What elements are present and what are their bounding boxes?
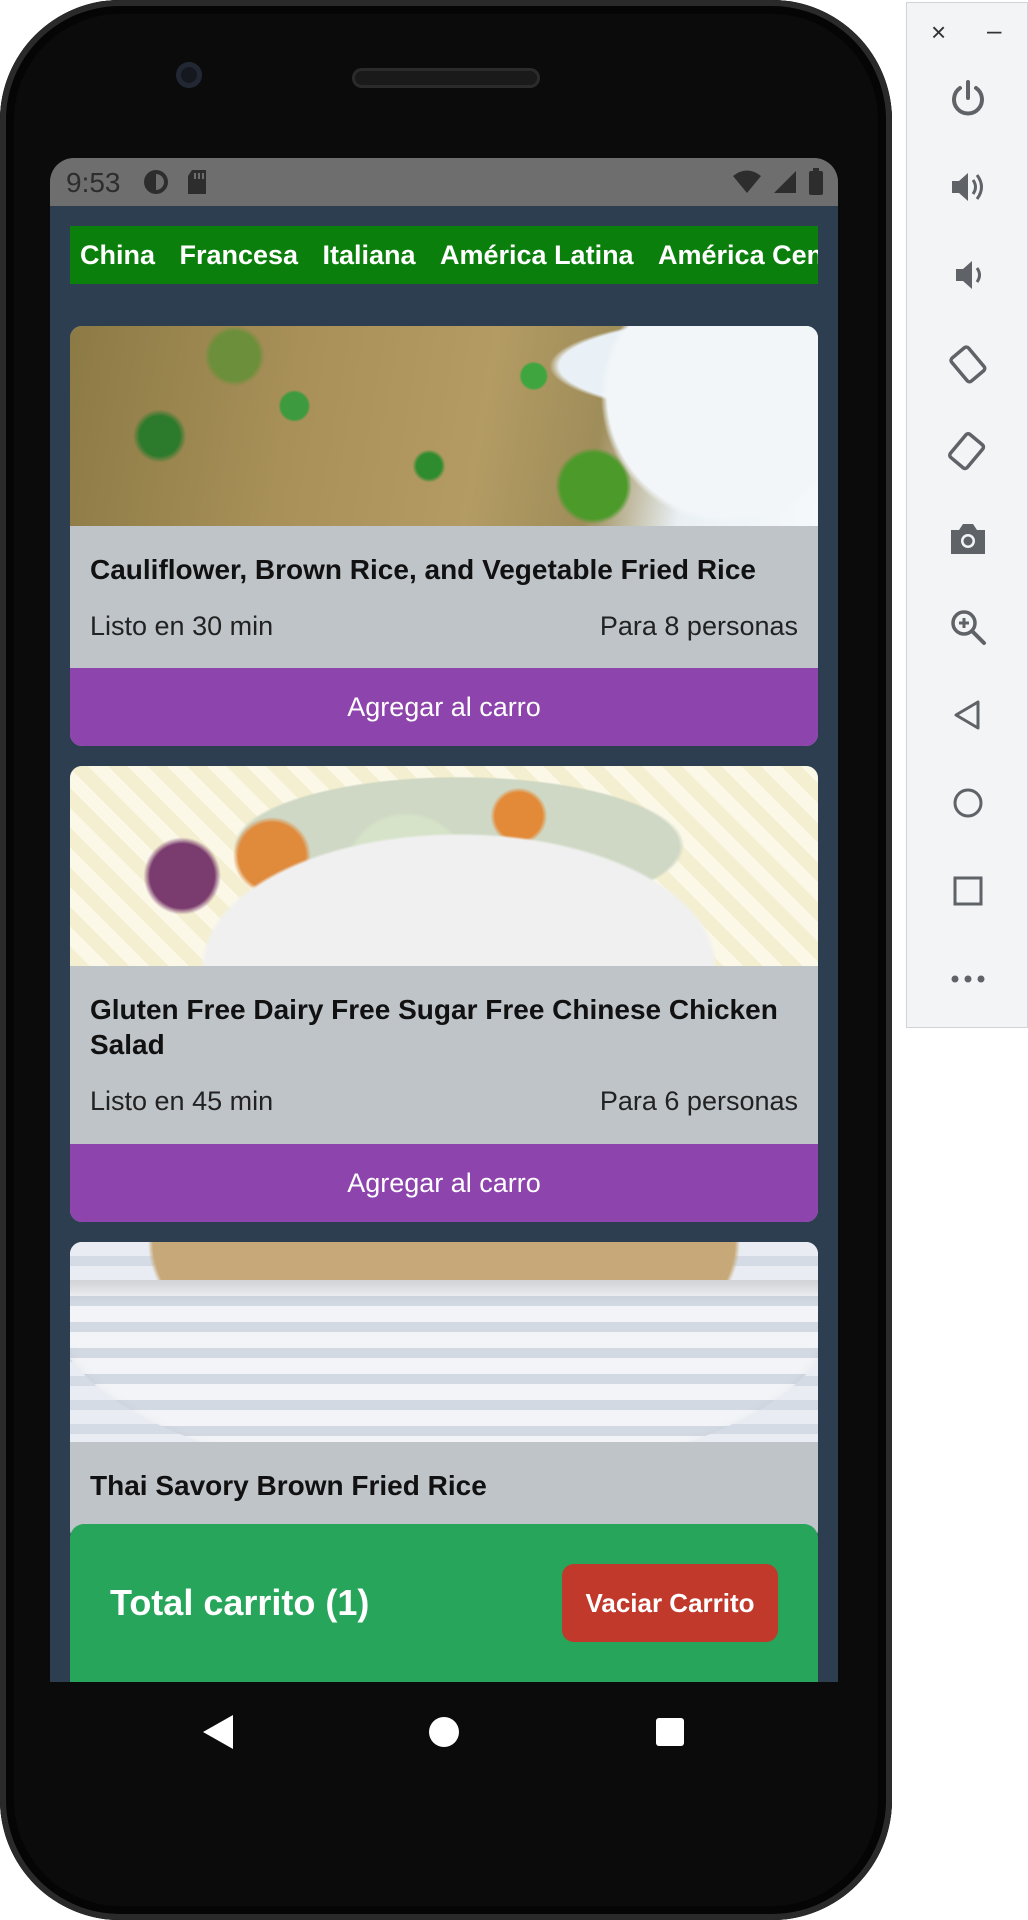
recipe-image: [70, 1242, 818, 1442]
recipe-title: Thai Savory Brown Fried Rice: [90, 1470, 487, 1501]
more-icon[interactable]: [942, 953, 994, 1005]
recipe-servings: Para 6 personas: [599, 1086, 798, 1116]
close-icon[interactable]: ×: [931, 17, 946, 48]
earpiece-speaker: [352, 68, 540, 88]
status-time: 9:53: [66, 167, 121, 198]
volume-down-icon[interactable]: [942, 249, 994, 301]
system-nav-bar: [50, 1682, 838, 1782]
zoom-icon[interactable]: [942, 601, 994, 653]
recipe-ready-time: Listo en 45 min: [90, 1086, 274, 1116]
recipe-servings: Para 8 personas: [599, 611, 798, 641]
recipe-card: Thai Savory Brown Fried Rice: [70, 1242, 818, 1542]
rotate-right-icon[interactable]: [942, 425, 994, 477]
home-icon[interactable]: [418, 1706, 470, 1758]
front-camera: [176, 62, 202, 88]
add-to-cart-button[interactable]: Agregar al carro: [70, 668, 818, 746]
empty-cart-button[interactable]: Vaciar Carrito: [562, 1564, 778, 1642]
tab-america-latina[interactable]: América Latina: [440, 226, 634, 284]
camera-icon[interactable]: [942, 513, 994, 565]
recipe-card: Cauliflower, Brown Rice, and Vegetable F…: [70, 326, 818, 746]
battery-icon: [808, 168, 824, 203]
sd-card-icon: [186, 168, 210, 203]
volume-up-icon[interactable]: [942, 161, 994, 213]
tab-italiana[interactable]: Italiana: [323, 226, 416, 284]
category-tabs[interactable]: China Francesa Italiana América Latina A…: [70, 226, 818, 284]
recents-icon[interactable]: [644, 1706, 696, 1758]
back-icon[interactable]: [192, 1706, 244, 1758]
recipe-ready-time: Listo en 30 min: [90, 611, 274, 641]
status-bar: 9:53: [50, 158, 838, 206]
emulator-toolbar: × –: [906, 2, 1028, 1028]
recipe-title: Gluten Free Dairy Free Sugar Free Chines…: [90, 994, 778, 1060]
back-icon[interactable]: [942, 689, 994, 741]
wifi-icon: [732, 169, 762, 202]
cart-total-label: Total carrito (1): [110, 1582, 370, 1623]
power-icon[interactable]: [942, 73, 994, 125]
recipe-image: [70, 766, 818, 966]
add-to-cart-button[interactable]: Agregar al carro: [70, 1144, 818, 1222]
cart-summary-bar: Total carrito (1) Vaciar Carrito: [70, 1524, 818, 1682]
tab-america-central[interactable]: América Central: [658, 226, 818, 284]
recipe-card: Gluten Free Dairy Free Sugar Free Chines…: [70, 766, 818, 1222]
tab-china[interactable]: China: [80, 226, 155, 284]
app-screen: 9:53 China Francesa Italiana América Lat…: [50, 158, 838, 1682]
recipe-image: [70, 326, 818, 526]
recipe-title: Cauliflower, Brown Rice, and Vegetable F…: [90, 554, 756, 585]
rotate-left-icon[interactable]: [942, 337, 994, 389]
signal-icon: [772, 169, 798, 202]
minimize-icon[interactable]: –: [987, 15, 1001, 46]
data-saver-icon: [142, 168, 170, 203]
overview-icon[interactable]: [942, 865, 994, 917]
tab-francesa[interactable]: Francesa: [179, 226, 298, 284]
home-icon[interactable]: [942, 777, 994, 829]
